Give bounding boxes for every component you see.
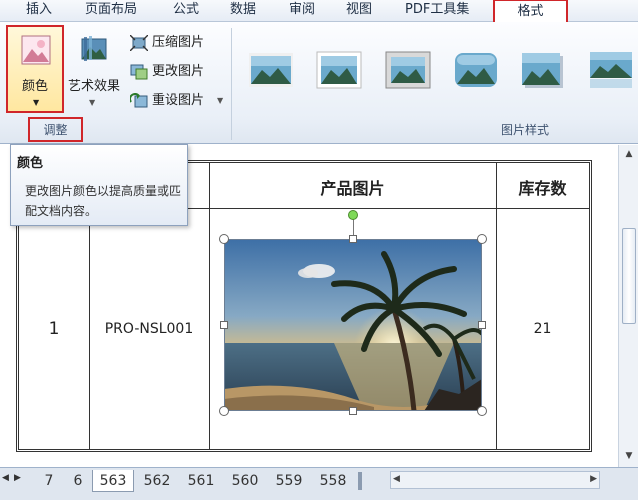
tab-review[interactable]: 审阅 xyxy=(289,1,315,21)
picture-style-rounded[interactable] xyxy=(453,50,499,90)
change-picture-label: 更改图片 xyxy=(152,64,205,79)
color-tooltip: 颜色 更改图片颜色以提高质量或匹配文档内容。 xyxy=(10,144,188,226)
tab-format[interactable]: 格式 xyxy=(493,0,568,23)
sheet-tab[interactable]: 7 xyxy=(34,470,64,492)
tab-insert[interactable]: 插入 xyxy=(26,1,52,21)
tooltip-title: 颜色 xyxy=(17,156,44,171)
compress-icon xyxy=(130,35,148,51)
sheet-tab-bar: ◀ ▶ 7 6 563 562 561 560 559 558 ◀ ▶ xyxy=(0,467,638,500)
resize-handle-ne[interactable] xyxy=(477,234,487,244)
picture-style-reflection[interactable] xyxy=(588,50,634,90)
scroll-down-icon[interactable]: ▼ xyxy=(622,449,636,463)
picture-style-simple-frame[interactable] xyxy=(248,50,294,90)
tab-pdf-tools[interactable]: PDF工具集 xyxy=(405,1,469,21)
picture-style-thick-frame[interactable] xyxy=(385,50,431,90)
tab-data[interactable]: 数据 xyxy=(230,1,256,21)
picture-style-shadow[interactable] xyxy=(520,50,566,90)
group-separator xyxy=(231,28,232,140)
tab-page-layout[interactable]: 页面布局 xyxy=(85,1,137,21)
resize-handle-w[interactable] xyxy=(220,321,228,329)
chevron-down-icon: ▼ xyxy=(217,96,224,105)
sheet-tab[interactable]: 562 xyxy=(136,470,178,492)
rotation-handle[interactable] xyxy=(348,210,358,220)
compress-label: 压缩图片 xyxy=(152,35,205,50)
sheet-tab[interactable]: 561 xyxy=(180,470,222,492)
scroll-right-icon[interactable]: ▶ xyxy=(590,474,597,484)
tab-splitter[interactable] xyxy=(358,472,362,490)
resize-handle-nw[interactable] xyxy=(219,234,229,244)
color-icon xyxy=(21,35,51,65)
resize-handle-n[interactable] xyxy=(349,235,357,243)
color-button[interactable]: 颜色 ▼ xyxy=(6,25,64,113)
vertical-scrollbar[interactable]: ▲ ▼ xyxy=(618,145,638,467)
tab-formulas[interactable]: 公式 xyxy=(173,1,199,21)
change-picture-icon xyxy=(130,64,148,80)
table-divider xyxy=(496,163,497,449)
sheet-nav-next-icon[interactable]: ▶ xyxy=(14,473,21,483)
header-stock: 库存数 xyxy=(518,179,567,198)
art-effects-button[interactable]: 艺术效果 ▼ xyxy=(64,25,124,113)
resize-handle-sw[interactable] xyxy=(219,406,229,416)
tab-view[interactable]: 视图 xyxy=(346,1,372,21)
scroll-up-icon[interactable]: ▲ xyxy=(622,147,636,161)
adjust-group-label: 调整 xyxy=(43,123,68,137)
picture-styles-group-label: 图片样式 xyxy=(500,123,549,137)
resize-handle-e[interactable] xyxy=(478,321,486,329)
header-product-picture: 产品图片 xyxy=(320,179,385,198)
scroll-thumb[interactable] xyxy=(622,228,636,324)
sheet-tab[interactable]: 558 xyxy=(312,470,354,492)
row-product-code[interactable]: PRO-NSL001 xyxy=(89,321,209,337)
table-divider xyxy=(209,163,210,449)
row-stock[interactable]: 21 xyxy=(496,321,589,337)
ribbon: 颜色 ▼ 艺术效果 ▼ 压缩图片 更改图片 重设图片 ▼ 调整 图片样式 xyxy=(0,22,638,144)
color-button-label: 颜色 xyxy=(21,79,48,94)
sheet-tab-active[interactable]: 563 xyxy=(92,470,134,492)
art-effects-icon xyxy=(81,36,107,61)
product-picture[interactable] xyxy=(224,239,484,412)
sheet-nav-prev-icon[interactable]: ◀ xyxy=(2,473,9,483)
chevron-down-icon: ▼ xyxy=(33,98,40,107)
scroll-left-icon[interactable]: ◀ xyxy=(393,474,400,484)
ribbon-tab-bar: 插入 页面布局 公式 数据 审阅 视图 PDF工具集 格式 xyxy=(0,0,638,23)
chevron-down-icon: ▼ xyxy=(89,98,96,107)
sheet-tab[interactable]: 559 xyxy=(268,470,310,492)
sheet-tab[interactable]: 6 xyxy=(64,470,92,492)
picture-style-white-frame[interactable] xyxy=(316,50,362,90)
resize-handle-s[interactable] xyxy=(349,407,357,415)
reset-picture-label: 重设图片 xyxy=(152,93,205,108)
art-effects-label: 艺术效果 xyxy=(67,79,120,94)
selection-border xyxy=(224,239,482,411)
reset-picture-icon xyxy=(130,93,148,108)
tooltip-body: 更改图片颜色以提高质量或匹配文档内容。 xyxy=(25,184,182,218)
row-index[interactable]: 1 xyxy=(19,319,89,339)
resize-handle-se[interactable] xyxy=(477,406,487,416)
horizontal-scrollbar[interactable]: ◀ ▶ xyxy=(390,471,600,489)
excel-window: 插入 页面布局 公式 数据 审阅 视图 PDF工具集 格式 颜色 ▼ 艺术效果 … xyxy=(0,0,638,500)
sheet-tab[interactable]: 560 xyxy=(224,470,266,492)
